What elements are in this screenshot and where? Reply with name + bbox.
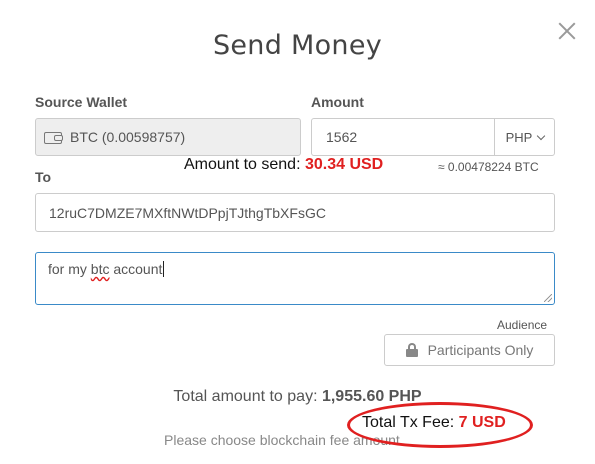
total-amount: Total amount to pay: 1,955.60 PHP <box>0 388 595 406</box>
resize-handle-icon[interactable] <box>544 294 552 302</box>
source-wallet-label: Source Wallet <box>35 94 128 110</box>
total-amount-value: 1,955.60 PHP <box>321 388 422 405</box>
tx-fee-value: 7 USD <box>458 414 506 431</box>
memo-text-end: account <box>109 261 163 277</box>
amount-value: 1562 <box>326 129 358 145</box>
to-label: To <box>35 169 52 185</box>
total-amount-prefix: Total amount to pay: <box>173 388 322 405</box>
amount-to-send-prefix: Amount to send: <box>184 156 305 173</box>
lock-icon <box>405 343 418 357</box>
memo-textarea[interactable]: for my btc account <box>35 252 555 305</box>
source-wallet-field[interactable]: BTC (0.00598757) <box>35 118 301 156</box>
audience-button[interactable]: Participants Only <box>384 334 555 366</box>
tx-fee-prefix: Total Tx Fee: <box>362 414 459 431</box>
tx-fee-annotation: Total Tx Fee: 7 USD <box>362 414 506 432</box>
currency-value: PHP <box>505 129 533 145</box>
to-address-input[interactable]: 12ruC7DMZE7MXftNWtDPpjTJthgTbXFsGC <box>35 193 555 232</box>
to-address-value: 12ruC7DMZE7MXftNWtDPpjTJthgTbXFsGC <box>49 204 326 221</box>
memo-misspelled-word: btc <box>90 261 110 277</box>
text-caret <box>163 261 165 277</box>
source-wallet-value: BTC (0.00598757) <box>70 129 186 145</box>
dialog-title: Send Money <box>212 30 383 61</box>
btc-equivalent: ≈ 0.00478224 BTC <box>438 160 539 174</box>
audience-label: Audience <box>497 318 548 332</box>
send-money-dialog: Send Money Source Wallet Amount BTC (0.0… <box>0 0 595 464</box>
amount-label: Amount <box>311 94 364 110</box>
memo-text: for my btc account <box>48 261 165 277</box>
currency-select[interactable]: PHP <box>495 119 555 155</box>
amount-to-send-value: 30.34 USD <box>304 156 384 173</box>
audience-value: Participants Only <box>427 342 534 358</box>
chevron-down-icon <box>537 131 546 140</box>
amount-input[interactable]: 1562 PHP <box>311 118 555 156</box>
amount-to-send-annotation: Amount to send: 30.34 USD <box>184 156 383 174</box>
memo-text-start: for my <box>48 261 91 277</box>
wallet-icon <box>44 130 64 144</box>
